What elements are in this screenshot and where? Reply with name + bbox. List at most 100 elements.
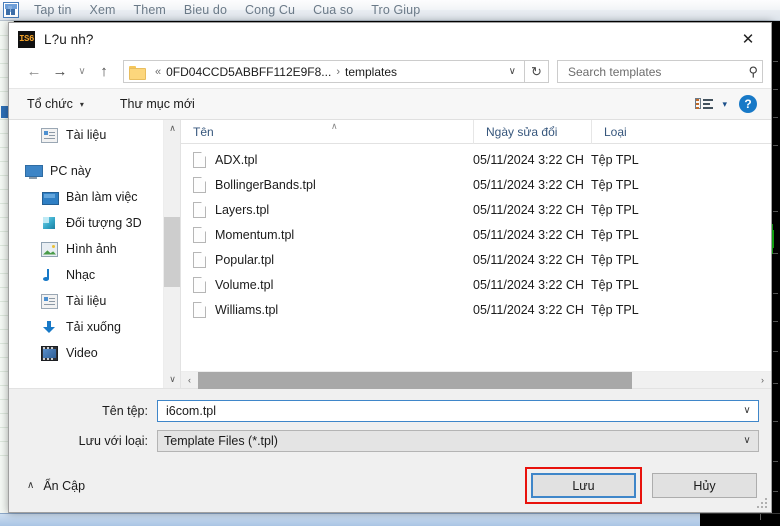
new-folder-button[interactable]: Thư mục mới xyxy=(120,97,195,111)
sidebar-item-ban-lam-viec[interactable]: Bàn làm việc xyxy=(9,184,180,210)
navigation-pane-scrollbar[interactable]: ∧ ∨ xyxy=(163,120,180,388)
navigation-bar: ← → ∨ ↑ « 0FD04CCD5ABBFF112E9F8... › tem… xyxy=(9,55,771,88)
breadcrumb[interactable]: « 0FD04CCD5ABBFF112E9F8... › templates ∨ xyxy=(123,60,525,83)
refresh-icon[interactable]: ↻ xyxy=(525,60,549,83)
organize-button[interactable]: Tổ chức ▾ xyxy=(27,97,84,111)
breadcrumb-chevron-down-icon[interactable]: ∨ xyxy=(503,66,522,77)
table-row[interactable]: Layers.tpl 05/11/2024 3:22 CH Tệp TPL xyxy=(181,197,771,222)
file-name: Layers.tpl xyxy=(215,202,270,217)
document-icon xyxy=(41,293,58,309)
taskbar[interactable] xyxy=(0,513,700,526)
scroll-down-icon[interactable]: ∨ xyxy=(164,371,180,388)
view-mode-icon[interactable] xyxy=(692,95,716,113)
sidebar-item-label: Bàn làm việc xyxy=(66,190,138,204)
search-input[interactable] xyxy=(566,63,745,80)
file-list-horizontal-scrollbar[interactable]: ‹ › xyxy=(181,371,771,389)
menu-item-bieu-do[interactable]: Bieu do xyxy=(175,3,236,17)
save-button[interactable]: Lưu xyxy=(531,473,636,498)
scrollbar-thumb[interactable] xyxy=(164,217,180,287)
sidebar-item-label: Tài liệu xyxy=(66,294,107,308)
sidebar-item-doi-tuong-3d[interactable]: Đối tượng 3D xyxy=(9,210,180,236)
column-header-name[interactable]: Tên ∧ xyxy=(181,120,473,144)
sidebar-item-video[interactable]: Video xyxy=(9,340,180,366)
recent-locations-chevron-down-icon[interactable]: ∨ xyxy=(73,60,91,84)
scroll-up-icon[interactable]: ∧ xyxy=(164,120,180,137)
document-icon xyxy=(41,127,58,143)
back-icon[interactable]: ← xyxy=(21,60,47,84)
search-box[interactable]: ⚲ xyxy=(557,60,763,83)
filename-field[interactable]: ∨ xyxy=(157,399,759,422)
breadcrumb-current[interactable]: templates xyxy=(345,65,397,79)
column-header-name-label: Tên xyxy=(193,124,214,139)
chevron-up-icon: ∧ xyxy=(27,480,35,491)
sidebar-item-tai-xuong[interactable]: Tải xuống xyxy=(9,314,180,340)
file-name: Popular.tpl xyxy=(215,252,275,267)
cancel-button[interactable]: Hủy xyxy=(652,473,757,498)
filename-label: Tên tệp: xyxy=(102,403,148,418)
up-icon[interactable]: ↑ xyxy=(91,60,117,84)
breadcrumb-leading-separator: « xyxy=(155,65,162,78)
filename-chevron-down-icon[interactable]: ∨ xyxy=(736,401,758,421)
file-icon xyxy=(193,151,206,168)
music-icon xyxy=(41,268,58,283)
pictures-icon xyxy=(41,241,58,257)
table-row[interactable]: Williams.tpl 05/11/2024 3:22 CH Tệp TPL xyxy=(181,297,771,322)
sidebar-item-tai-lieu-quick[interactable]: Tài liệu xyxy=(9,122,180,148)
filetype-row: Lưu với loại: Template Files (*.tpl) ∨ xyxy=(9,428,771,453)
scrollbar-track[interactable] xyxy=(198,371,754,389)
table-row[interactable]: Popular.tpl 05/11/2024 3:22 CH Tệp TPL xyxy=(181,247,771,272)
file-name: Volume.tpl xyxy=(215,277,274,292)
close-icon[interactable]: ✕ xyxy=(725,23,771,54)
view-mode-chevron-down-icon[interactable]: ▾ xyxy=(718,99,737,110)
filetype-select[interactable]: Template Files (*.tpl) ∨ xyxy=(157,429,759,452)
app-title-icon-text: IS6 xyxy=(19,33,34,44)
scroll-left-icon[interactable]: ‹ xyxy=(181,372,198,389)
scrollbar-thumb[interactable] xyxy=(198,371,632,389)
menu-item-xem[interactable]: Xem xyxy=(81,3,125,17)
file-list-rows: ADX.tpl 05/11/2024 3:22 CH Tệp TPL Bolli… xyxy=(181,144,771,371)
hide-folders-label: Ẩn Cập xyxy=(43,478,86,493)
save-button-highlight: Lưu xyxy=(525,467,642,504)
dialog-title-bar[interactable]: IS6 L?u nh? ✕ xyxy=(9,23,771,55)
table-row[interactable]: Volume.tpl 05/11/2024 3:22 CH Tệp TPL xyxy=(181,272,771,297)
dialog-title: L?u nh? xyxy=(44,31,94,47)
file-type: Tệp TPL xyxy=(591,202,639,217)
menu-item-cua-so[interactable]: Cua so xyxy=(304,3,362,17)
forward-icon[interactable]: → xyxy=(47,60,73,84)
sidebar-item-label: Tài liệu xyxy=(66,128,107,142)
sidebar-item-hinh-anh[interactable]: Hình ảnh xyxy=(9,236,180,262)
breadcrumb-separator: › xyxy=(336,65,340,78)
help-icon[interactable]: ? xyxy=(739,95,757,113)
file-fields: Tên tệp: ∨ Lưu với loại: Template Files … xyxy=(9,388,771,458)
menu-item-tro-giup[interactable]: Tro Giup xyxy=(362,3,429,17)
hide-folders-button[interactable]: ∧ Ẩn Cập xyxy=(27,479,85,493)
menu-item-them[interactable]: Them xyxy=(125,3,175,17)
sidebar-item-tai-lieu[interactable]: Tài liệu xyxy=(9,288,180,314)
resize-grip[interactable] xyxy=(757,498,768,509)
filetype-chevron-down-icon[interactable]: ∨ xyxy=(736,431,758,451)
file-date: 05/11/2024 3:22 CH xyxy=(473,302,584,317)
app-logo-icon xyxy=(3,2,19,18)
command-bar: Tổ chức ▾ Thư mục mới ▾ ? xyxy=(9,88,771,120)
file-type: Tệp TPL xyxy=(591,152,639,167)
breadcrumb-root[interactable]: 0FD04CCD5ABBFF112E9F8... xyxy=(166,65,331,79)
menu-item-tap-tin[interactable]: Tap tin xyxy=(25,3,81,17)
table-row[interactable]: BollingerBands.tpl 05/11/2024 3:22 CH Tệ… xyxy=(181,172,771,197)
table-row[interactable]: ADX.tpl 05/11/2024 3:22 CH Tệp TPL xyxy=(181,147,771,172)
filename-input[interactable] xyxy=(164,402,736,419)
sidebar-item-nhac[interactable]: Nhạc xyxy=(9,262,180,288)
scroll-right-icon[interactable]: › xyxy=(754,372,771,389)
file-list-header: Tên ∧ Ngày sửa đổi Loại xyxy=(181,119,771,144)
menu-bar[interactable]: Tap tin Xem Them Bieu do Cong Cu Cua so … xyxy=(0,0,780,21)
file-date: 05/11/2024 3:22 CH xyxy=(473,202,584,217)
table-row[interactable]: Momentum.tpl 05/11/2024 3:22 CH Tệp TPL xyxy=(181,222,771,247)
folder-icon xyxy=(129,65,146,80)
column-header-date[interactable]: Ngày sửa đổi xyxy=(473,119,591,144)
menu-item-cong-cu[interactable]: Cong Cu xyxy=(236,3,304,17)
file-icon xyxy=(193,176,206,193)
file-type: Tệp TPL xyxy=(591,302,639,317)
search-icon[interactable]: ⚲ xyxy=(744,64,758,80)
sidebar-item-pc-nay[interactable]: PC này xyxy=(9,158,180,184)
save-as-dialog: IS6 L?u nh? ✕ ← → ∨ ↑ « 0FD04CCD5ABBFF11… xyxy=(8,22,772,513)
column-header-type[interactable]: Loại xyxy=(591,119,711,144)
